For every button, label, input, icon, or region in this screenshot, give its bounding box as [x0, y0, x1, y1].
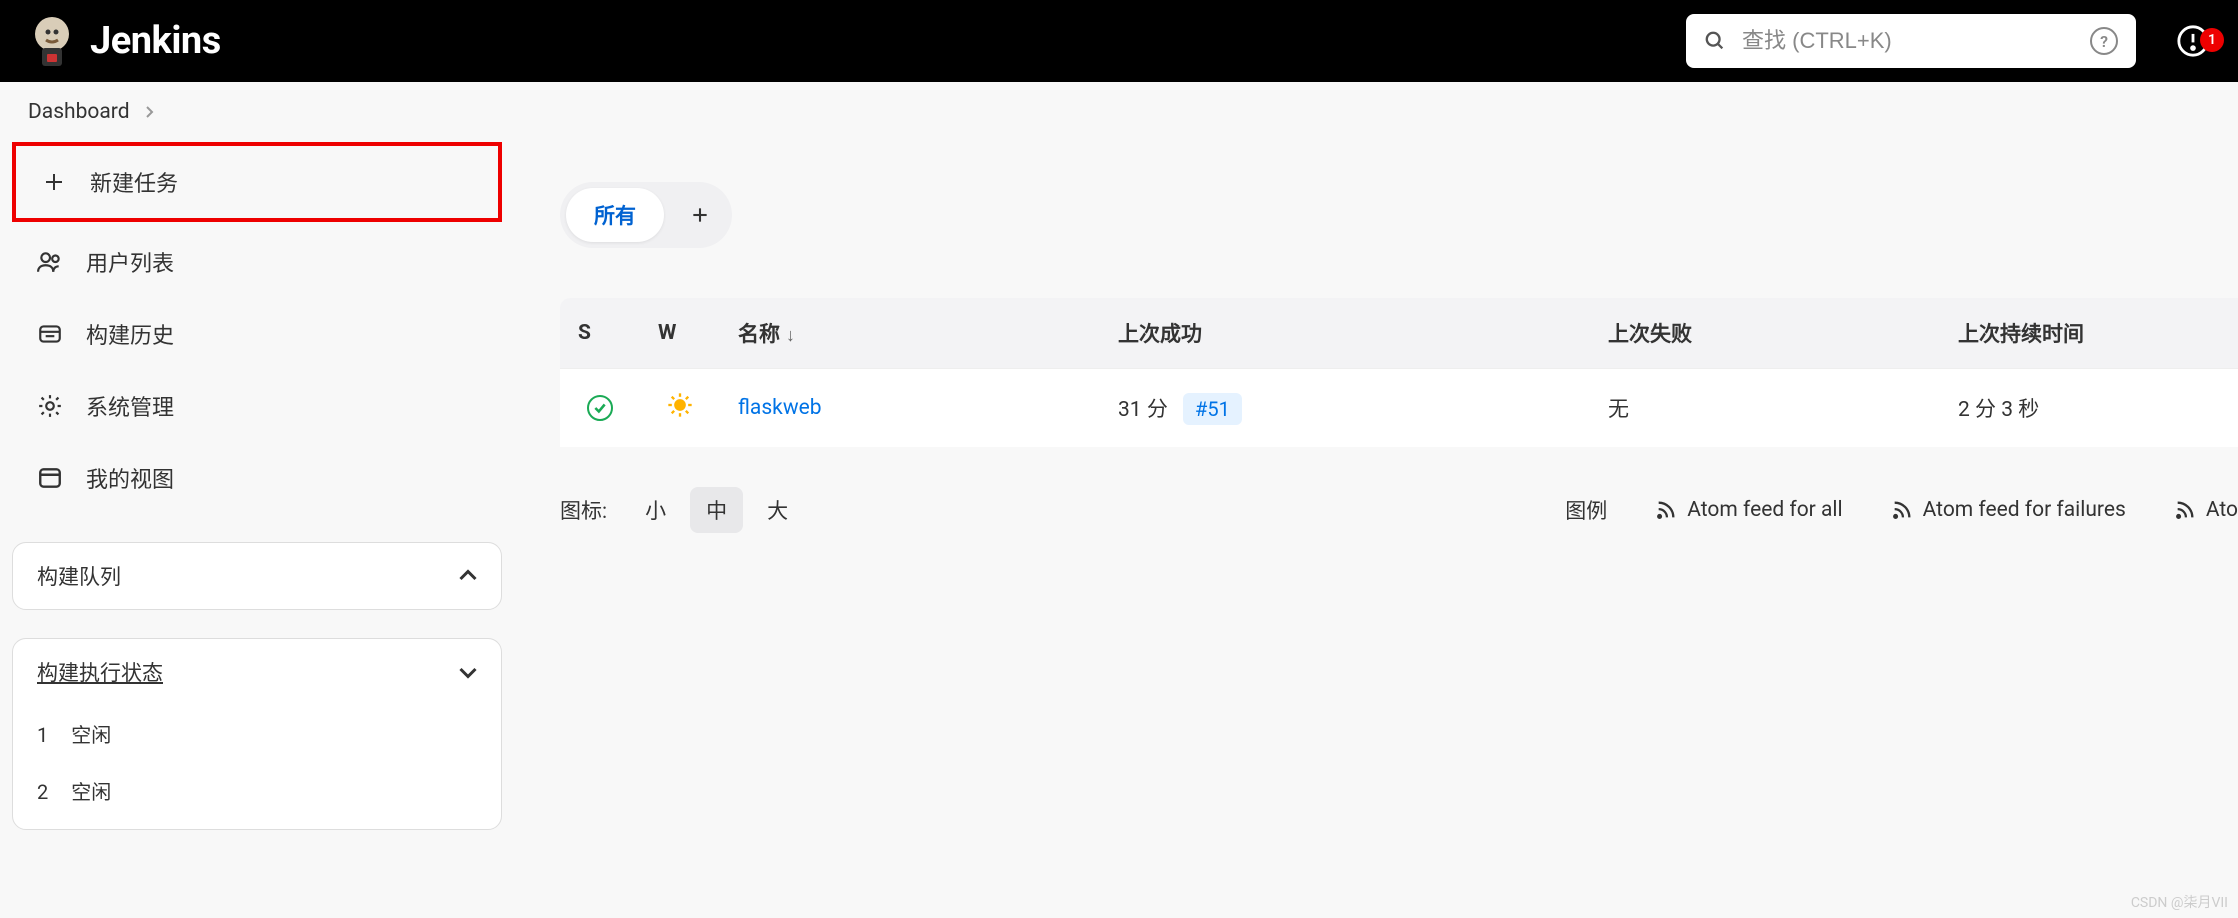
watermark: CSDN @柒月VII — [2131, 892, 2228, 912]
build-link[interactable]: #51 — [1183, 393, 1242, 425]
success-status-icon — [587, 395, 613, 421]
sidebar-item-manage[interactable]: 系统管理 — [12, 370, 502, 442]
build-queue-toggle[interactable]: 构建队列 — [13, 543, 501, 609]
feed-latest-link[interactable]: Ato — [2174, 498, 2238, 522]
col-header-status[interactable]: S — [560, 298, 640, 369]
jenkins-logo-icon — [28, 12, 76, 70]
breadcrumb-item[interactable]: Dashboard — [28, 100, 130, 124]
widget-title: 构建执行状态 — [37, 657, 163, 687]
search-input[interactable] — [1742, 28, 2074, 54]
col-header-last-failure[interactable]: 上次失败 — [1590, 298, 1940, 369]
alert-count-badge: 1 — [2200, 28, 2224, 52]
col-header-last-duration[interactable]: 上次持续时间 — [1940, 298, 2238, 369]
icon-size-label: 图标: — [560, 495, 607, 525]
sidebar: 新建任务 用户列表 构建历史 系统管理 我的视图 — [0, 142, 520, 860]
search-icon — [1704, 30, 1726, 52]
sidebar-item-label: 系统管理 — [86, 390, 174, 422]
sidebar-item-history[interactable]: 构建历史 — [12, 298, 502, 370]
sunny-weather-icon — [666, 401, 694, 425]
brand-text: Jenkins — [90, 19, 221, 63]
col-header-name[interactable]: 名称↓ — [720, 298, 1100, 369]
sort-indicator: ↓ — [786, 325, 795, 346]
executor-row: 1 空闲 — [13, 705, 501, 762]
executor-state: 空闲 — [71, 723, 111, 747]
executor-index: 2 — [37, 780, 48, 804]
alerts-button[interactable]: 1 — [2176, 24, 2210, 58]
size-small-button[interactable]: 小 — [629, 487, 682, 533]
plus-icon — [690, 205, 710, 225]
weather-cell — [640, 369, 720, 448]
last-duration-cell: 2 分 3 秒 — [1940, 369, 2238, 448]
chevron-right-icon — [144, 106, 156, 118]
rss-icon — [1655, 499, 1677, 521]
sidebar-item-users[interactable]: 用户列表 — [12, 226, 502, 298]
job-link[interactable]: flaskweb — [738, 396, 822, 420]
history-icon — [36, 320, 64, 348]
sidebar-item-label: 我的视图 — [86, 462, 174, 494]
feed-failures-link[interactable]: Atom feed for failures — [1891, 498, 2126, 522]
job-table: S W 名称↓ 上次成功 上次失败 上次持续时间 — [560, 298, 2238, 447]
chevron-up-icon — [459, 567, 477, 585]
size-large-button[interactable]: 大 — [751, 487, 804, 533]
widget-title: 构建队列 — [37, 561, 121, 591]
help-icon[interactable]: ? — [2090, 27, 2118, 55]
breadcrumb: Dashboard — [0, 82, 2238, 142]
table-row: flaskweb 31 分 #51 无 2 分 3 秒 — [560, 369, 2238, 448]
build-queue-widget: 构建队列 — [12, 542, 502, 610]
users-icon — [36, 248, 64, 276]
search-box[interactable]: ? — [1686, 14, 2136, 68]
sidebar-item-label: 构建历史 — [86, 318, 174, 350]
last-success-cell: 31 分 #51 — [1100, 369, 1590, 448]
status-cell — [560, 369, 640, 448]
sidebar-item-label: 用户列表 — [86, 246, 174, 278]
view-tabs: 所有 — [560, 182, 732, 248]
last-success-time: 31 分 — [1118, 398, 1168, 422]
size-medium-button[interactable]: 中 — [690, 487, 743, 533]
plus-icon — [40, 168, 68, 196]
add-view-button[interactable] — [674, 189, 726, 241]
executor-row: 2 空闲 — [13, 762, 501, 819]
main-content: 所有 S W 名称↓ 上次成功 上次失败 上次持续时间 — [520, 142, 2238, 860]
col-header-weather[interactable]: W — [640, 298, 720, 369]
tab-all[interactable]: 所有 — [566, 188, 664, 242]
rss-icon — [2174, 499, 2196, 521]
logo[interactable]: Jenkins — [28, 12, 221, 70]
executor-state: 空闲 — [71, 780, 111, 804]
header: Jenkins ? 1 — [0, 0, 2238, 82]
chevron-down-icon — [459, 663, 477, 681]
last-failure-cell: 无 — [1590, 369, 1940, 448]
sidebar-item-label: 新建任务 — [90, 166, 178, 198]
executors-toggle[interactable]: 构建执行状态 — [13, 639, 501, 705]
rss-icon — [1891, 499, 1913, 521]
feed-all-link[interactable]: Atom feed for all — [1655, 498, 1842, 522]
sidebar-item-new-job[interactable]: 新建任务 — [12, 142, 502, 222]
col-header-last-success[interactable]: 上次成功 — [1100, 298, 1590, 369]
job-name-cell: flaskweb — [720, 369, 1100, 448]
sidebar-item-myviews[interactable]: 我的视图 — [12, 442, 502, 514]
executor-index: 1 — [37, 723, 48, 747]
gear-icon — [36, 392, 64, 420]
legend-link[interactable]: 图例 — [1565, 495, 1607, 525]
window-icon — [36, 464, 64, 492]
table-footer: 图标: 小 中 大 图例 Atom feed for all Atom feed… — [560, 487, 2238, 573]
executors-widget: 构建执行状态 1 空闲 2 空闲 — [12, 638, 502, 830]
